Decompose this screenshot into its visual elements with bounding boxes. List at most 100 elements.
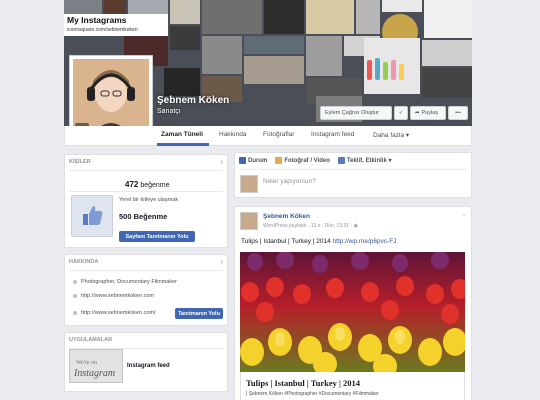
likes-count: 472 [125,180,139,189]
app-name[interactable]: Instagram feed [127,363,170,369]
cover-tile [104,0,126,14]
post-author[interactable]: Şebnem Köken [263,213,310,220]
link-preview-caption[interactable]: Tulips | Istanbul | Turkey | 2014 | Şebn… [240,372,465,400]
profile-picture[interactable] [69,55,153,126]
chevron-right-icon[interactable]: › [220,257,223,266]
cover-tile [424,0,472,38]
cover-title-box: My Instagrams iconosquare.com/sebnemkoke… [64,14,168,36]
svg-text:We're on: We're on [76,360,97,366]
avatar [73,59,149,126]
apps-card: UYGULAMALAR We're on Instagram Instagram… [64,332,228,392]
cta-button[interactable]: Eylem Çağrısı Oluştur [320,106,392,120]
cover-tile [375,58,380,80]
cover-tile [244,36,304,54]
post-text-body: Tulips | Istanbul | Turkey | 2014 [241,238,333,245]
composer-tab-photo[interactable]: Fotoğraf / Video [275,157,330,164]
cover-tile [164,68,200,96]
apps-heading[interactable]: UYGULAMALAR [69,337,112,343]
about-line: http://www.sebnemkoken.com [81,293,155,299]
cover-tile [399,64,404,80]
tab-about[interactable]: Hakkında [219,131,246,138]
cover-tile [202,36,242,74]
active-tab-indicator [157,143,209,146]
reach-description: Yerel bir kitleye ulaşmak [119,197,178,203]
tab-more[interactable]: Daha fazla ▾ [373,131,409,139]
cover-tile [306,36,342,76]
cover-tile [382,0,422,12]
about-line: Photographer, Documentary Filmmaker [81,279,177,285]
people-heading[interactable]: KİŞİLER [69,159,91,165]
composer-input[interactable]: Neler yapıyorsun? [263,178,316,185]
cta-button-label: Eylem Çağrısı Oluştur [325,110,379,116]
cover-tile [367,60,372,80]
divider [69,270,223,271]
avatar[interactable] [240,212,258,230]
divider [69,191,223,192]
likes-summary[interactable]: 472 beğenme [125,180,170,189]
divider [69,170,223,171]
cover-tile [356,0,380,34]
about-heading[interactable]: HAKKINDA [69,259,98,265]
tulips-photo-icon [240,252,465,372]
cover-tile [306,0,354,34]
composer-tab-label: Durum [248,157,268,164]
check-icon: ✓ [398,110,404,116]
about-website-2[interactable]: http://www.sebnemkoken.com/ [73,310,156,316]
tab-timeline[interactable]: Zaman Tüneli [161,131,203,138]
instagram-app-thumbnail[interactable]: We're on Instagram [69,349,123,383]
reach-goal: 500 Beğenme [119,212,168,221]
about-description: Photographer, Documentary Filmmaker [73,279,177,285]
cover-tile [383,62,388,80]
profile-portrait-icon [73,59,149,126]
tab-photos[interactable]: Fotoğraflar [263,131,294,138]
caption-title: Tulips | Istanbul | Turkey | 2014 [246,378,360,388]
cover-photo[interactable]: My Instagrams iconosquare.com/sebnemkoke… [64,0,472,126]
cover-tile [170,0,200,24]
cover-tile [244,56,304,84]
post-meta: WordPress paylaştı · 13 s · Dün, 13:31 ·… [263,223,358,229]
page-tabs: Zaman Tüneli Hakkında Fotoğraflar Instag… [64,126,472,146]
globe-icon: ◉ [353,223,358,229]
avatar [240,175,258,193]
caption-subtitle: | Şebnem Köken #Photographer #Documentar… [246,391,379,397]
link-icon [73,311,77,315]
share-button[interactable]: ➦ Paylaş [410,106,446,120]
thumbs-up-icon [71,195,113,237]
more-button[interactable]: ••• [448,106,468,120]
chevron-down-icon[interactable]: ⌄ [461,210,467,218]
composer-tab-offer[interactable]: Teklif, Etkinlik ▾ [337,157,392,164]
cover-tile [64,0,102,14]
about-website[interactable]: http://www.sebnemkoken.com [73,293,154,299]
composer-tab-label: Teklif, Etkinlik ▾ [346,158,392,164]
tab-instagram-feed[interactable]: Instagram feed [311,131,354,138]
about-line: http://www.sebnemkoken.com/ [81,310,156,316]
about-card: HAKKINDA › Photographer, Documentary Fil… [64,254,228,326]
cover-tile [202,0,262,34]
offer-icon [337,157,345,164]
cover-tile [170,26,200,50]
promote-page-button[interactable]: Sayfanı Tanıtmanın Yolu [119,231,195,242]
share-button-label: Paylaş [421,110,439,116]
about-promote-button[interactable]: Tanıtmanın Yolu [175,308,223,319]
globe-icon [73,294,77,298]
thumb-text: Instagram [73,368,115,379]
composer-tabs: Durum Fotoğraf / Video Teklif, Etkinlik … [239,157,391,164]
about-promote-label: Tanıtmanın Yolu [178,310,220,317]
likes-label: beğenme [140,182,170,189]
people-card: KİŞİLER › 472 beğenme Yerel bir kitleye … [64,154,228,248]
cover-tile [128,0,168,14]
liked-button[interactable]: ✓ [394,106,408,120]
composer-tab-status[interactable]: Durum [239,157,267,164]
cover-tile [391,60,396,80]
cover-tile [264,0,304,34]
cover-url: iconosquare.com/sebnemkoken [67,27,138,33]
post-text: Tulips | Istanbul | Turkey | 2014 http:/… [241,238,397,245]
promote-page-label: Sayfanı Tanıtmanın Yolu [125,233,189,240]
post-link[interactable]: http://wp.me/p6pvc-FJ [333,238,397,245]
reach-text-line1: Yerel bir kitleye ulaşmak [119,197,179,203]
chevron-right-icon[interactable]: › [220,157,223,166]
page-name: Şebnem Köken [157,95,230,106]
instagram-logo-icon: We're on Instagram [70,350,122,382]
pencil-icon [239,157,246,164]
post-image[interactable] [240,252,465,372]
